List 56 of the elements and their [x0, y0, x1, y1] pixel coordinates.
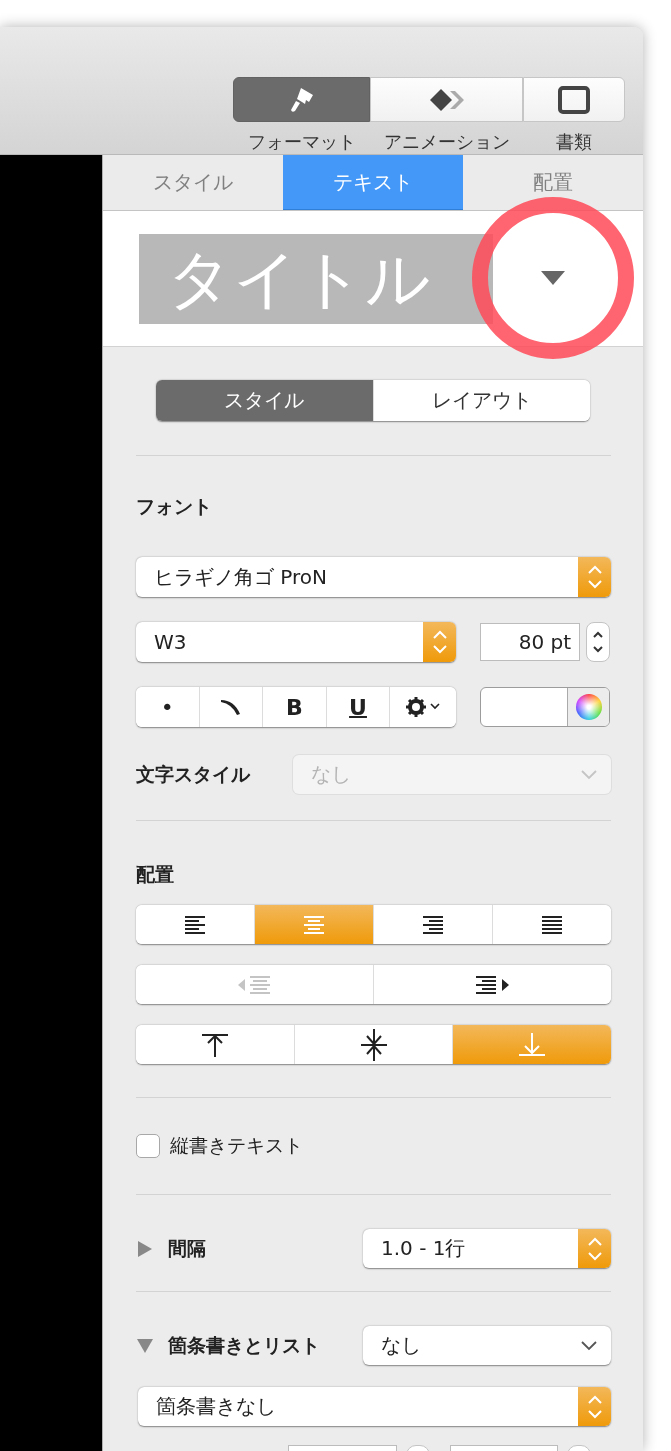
style-button[interactable]: [198, 687, 263, 727]
section-label: 間隔: [168, 1235, 207, 1261]
segment-tab[interactable]: スタイル: [156, 380, 373, 421]
checkbox-label: 縦書きテキスト: [170, 1133, 303, 1158]
stepper-arrows-icon: [578, 1229, 611, 1268]
bullet-style-popup[interactable]: 箇条書きなし: [138, 1387, 611, 1426]
list-type-popup[interactable]: なし: [363, 1326, 611, 1365]
disclosure-triangle[interactable]: [136, 1336, 154, 1355]
toolbar-button[interactable]: [370, 77, 523, 122]
align-left-icon: [185, 915, 205, 934]
typeface-popup[interactable]: W3: [136, 622, 456, 662]
align-bottom-icon: [518, 1032, 547, 1057]
field-label: 文字スタイル: [136, 761, 250, 787]
align-top-icon: [200, 1032, 229, 1057]
chevron-down-icon: [581, 1340, 597, 1351]
checkbox[interactable]: [136, 1134, 160, 1158]
toolbar-label: 書類: [556, 130, 592, 154]
align-button[interactable]: [373, 905, 492, 944]
color-wheel-icon: [575, 694, 602, 720]
section-label: 配置: [136, 862, 174, 886]
size-stepper[interactable]: [586, 622, 610, 662]
chevron-down-icon: [581, 769, 597, 780]
align-middle-icon: [359, 1028, 388, 1061]
indent-icon: [475, 975, 510, 994]
vertical-align-button[interactable]: [293, 1025, 453, 1064]
disclosure-triangle[interactable]: [136, 1239, 154, 1258]
style-button[interactable]: B: [262, 687, 326, 727]
toolbar-label: アニメーション: [383, 130, 510, 154]
style-button[interactable]: [389, 687, 456, 727]
style-button[interactable]: U: [325, 687, 390, 727]
align-center-icon: [304, 915, 324, 934]
color-well[interactable]: [480, 687, 610, 727]
section-label: 箇条書きとリスト: [168, 1332, 321, 1358]
document-icon: [558, 85, 590, 114]
style-button[interactable]: •: [136, 687, 199, 727]
toolbar-button[interactable]: [233, 77, 370, 122]
stepper-arrows-icon: [578, 557, 611, 597]
align-button[interactable]: [136, 905, 254, 944]
align-right-icon: [423, 915, 443, 934]
outdent-icon: [237, 975, 272, 994]
dropdown-triangle-icon[interactable]: [541, 271, 565, 285]
stepper-arrows-icon: [578, 1387, 611, 1426]
gear-icon: [405, 696, 442, 718]
spacing-popup[interactable]: 1.0 - 1行: [363, 1229, 611, 1268]
segment-tab[interactable]: レイアウト: [372, 380, 590, 421]
font-popup[interactable]: ヒラギノ角ゴ ProN: [136, 557, 611, 597]
section-label: フォント: [136, 494, 212, 518]
toolbar-label: フォーマット: [247, 130, 356, 154]
align-button[interactable]: [492, 905, 611, 944]
vertical-align-button[interactable]: [136, 1025, 294, 1064]
toolbar-button[interactable]: [523, 77, 625, 122]
indent-button[interactable]: [373, 965, 611, 1004]
curve-icon: [219, 698, 242, 716]
align-justify-icon: [542, 915, 562, 934]
font-size-field[interactable]: 80 pt: [480, 623, 580, 661]
stepper-arrows-icon: [423, 622, 456, 662]
